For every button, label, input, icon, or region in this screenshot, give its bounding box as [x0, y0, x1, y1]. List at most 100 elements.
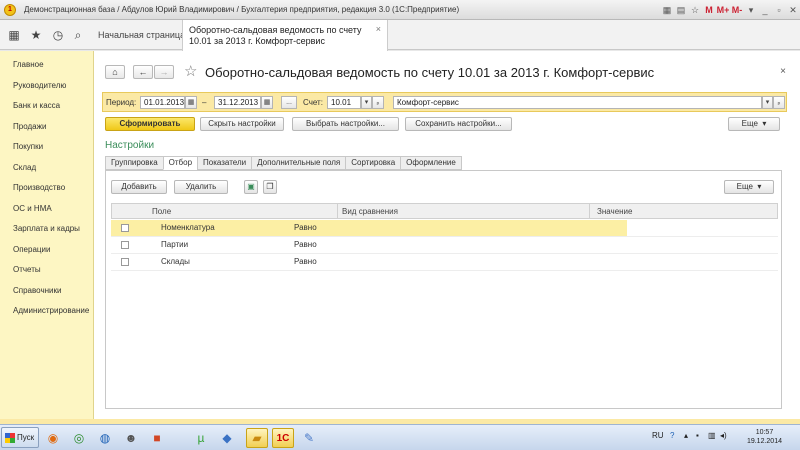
more-button[interactable]: Еще ▾ — [728, 117, 780, 131]
forward-button[interactable]: → — [154, 65, 174, 79]
choose-settings-button[interactable]: Выбрать настройки... — [292, 117, 399, 131]
group-conditions-icon[interactable]: ▣ — [244, 180, 258, 194]
table-row[interactable]: Склады Равно — [111, 254, 778, 271]
save-settings-button[interactable]: Сохранить настройки... — [405, 117, 512, 131]
minimize-window-icon[interactable]: _ — [758, 5, 772, 15]
organization-field[interactable]: Комфорт-сервис — [393, 96, 762, 109]
row-comparison[interactable]: Равно — [294, 240, 317, 249]
delete-button[interactable]: Удалить — [174, 180, 228, 194]
nav-item-salary[interactable]: Зарплата и кадры — [0, 219, 93, 240]
organization-dropdown-icon[interactable]: ▾ — [762, 96, 773, 109]
account-label: Счет: — [303, 98, 323, 107]
memory-m-icon[interactable]: M — [702, 5, 716, 15]
tab-home[interactable]: Начальная страница — [90, 20, 195, 50]
chrome-icon[interactable]: ◎ — [68, 428, 90, 448]
apps-grid-icon[interactable]: ▦ — [6, 27, 22, 43]
tab-filter[interactable]: Отбор — [162, 156, 198, 170]
favorite-star-icon[interactable]: ☆ — [184, 62, 197, 80]
calculator-icon[interactable]: ▤ — [674, 5, 688, 16]
row-field: Склады — [161, 257, 190, 266]
filter-more-button[interactable]: Еще ▾ — [724, 180, 774, 194]
clock-time: 10:57 — [755, 429, 774, 436]
nav-item-purchases[interactable]: Покупки — [0, 137, 93, 158]
utorrent-icon[interactable]: µ — [190, 428, 212, 448]
report-form: ⌂ ← → ☆ Оборотно-сальдовая ведомость по … — [94, 51, 800, 419]
use-checkbox[interactable] — [121, 258, 129, 266]
minimize-icon[interactable]: ▾ — [744, 5, 758, 16]
history-icon[interactable]: ◷ — [50, 27, 66, 43]
use-checkbox[interactable] — [121, 224, 129, 232]
nav-item-reports[interactable]: Отчеты — [0, 260, 93, 281]
close-form-icon[interactable]: × — [780, 66, 786, 77]
nav-item-bank[interactable]: Банк и касса — [0, 96, 93, 117]
nav-item-director[interactable]: Руководителю — [0, 76, 93, 97]
folder-icon[interactable]: ▰ — [246, 428, 268, 448]
account-dropdown-icon[interactable]: ▾ — [361, 96, 372, 109]
search-icon[interactable]: ⌕ — [70, 27, 86, 43]
tab-report-label: Оборотно-сальдовая ведомость по счету 10… — [189, 25, 362, 46]
tray-app-icon[interactable]: ▪ — [696, 431, 699, 440]
tray-arrow-icon[interactable]: ▴ — [684, 431, 688, 440]
close-window-icon[interactable]: ✕ — [786, 5, 800, 16]
favorites-icon[interactable]: ☆ — [688, 5, 702, 16]
paint-icon[interactable]: ✎ — [298, 428, 320, 448]
nav-item-catalogs[interactable]: Справочники — [0, 281, 93, 302]
account-open-icon[interactable]: ₚ — [372, 96, 384, 109]
use-checkbox[interactable] — [121, 241, 129, 249]
nav-item-production[interactable]: Производство — [0, 178, 93, 199]
network-icon[interactable]: ▥ — [708, 431, 716, 440]
tab-extra-fields[interactable]: Дополнительные поля — [251, 156, 346, 170]
clock[interactable]: 10:57 19.12.2014 — [747, 428, 782, 446]
table-row[interactable]: Номенклатура Равно — [111, 220, 778, 237]
home-button[interactable]: ⌂ — [105, 65, 125, 79]
language-indicator[interactable]: RU — [652, 431, 664, 440]
media-player-icon[interactable]: ◉ — [42, 428, 64, 448]
ungroup-conditions-icon[interactable]: ❐ — [263, 180, 277, 194]
memory-mplus-icon[interactable]: M+ — [716, 5, 730, 15]
filter-panel: Добавить Удалить ▣ ❐ Еще ▾ Поле Вид срав… — [105, 170, 782, 409]
date-from-field[interactable]: 01.01.2013 — [140, 96, 185, 109]
notes-icon[interactable]: ◆ — [216, 428, 238, 448]
start-button[interactable]: Пуск — [1, 427, 39, 448]
nav-item-warehouse[interactable]: Склад — [0, 158, 93, 179]
filter-more-label: Еще — [736, 182, 753, 191]
hide-settings-button[interactable]: Скрыть настройки — [200, 117, 284, 131]
column-comparison[interactable]: Вид сравнения — [342, 207, 398, 216]
date-to-calendar-icon[interactable]: ▦ — [261, 96, 273, 109]
back-button[interactable]: ← — [133, 65, 153, 79]
settings-title[interactable]: Настройки — [105, 140, 154, 151]
restore-window-icon[interactable]: ▫ — [772, 5, 786, 15]
date-from-calendar-icon[interactable]: ▦ — [185, 96, 197, 109]
tab-report[interactable]: Оборотно-сальдовая ведомость по счету 10… — [182, 20, 388, 51]
nav-item-admin[interactable]: Администрирование — [0, 301, 93, 322]
volume-icon[interactable]: ◂) — [720, 431, 727, 440]
account-field[interactable]: 10.01 — [327, 96, 361, 109]
nav-item-assets[interactable]: ОС и НМА — [0, 199, 93, 220]
row-comparison[interactable]: Равно — [294, 223, 317, 232]
nav-item-operations[interactable]: Операции — [0, 240, 93, 261]
date-to-field[interactable]: 31.12.2013 — [214, 96, 261, 109]
table-row[interactable]: Партии Равно — [111, 237, 778, 254]
column-value[interactable]: Значение — [597, 207, 632, 216]
row-comparison[interactable]: Равно — [294, 257, 317, 266]
hp-icon[interactable]: ◍ — [94, 428, 116, 448]
tab-close-icon[interactable]: × — [376, 24, 381, 35]
nav-item-main[interactable]: Главное — [0, 55, 93, 76]
organization-open-icon[interactable]: ₚ — [773, 96, 785, 109]
period-select-button[interactable]: ... — [281, 96, 297, 109]
office-icon[interactable]: ■ — [146, 428, 168, 448]
add-button[interactable]: Добавить — [111, 180, 167, 194]
generate-button[interactable]: Сформировать — [105, 117, 195, 131]
tab-sorting[interactable]: Сортировка — [345, 156, 401, 170]
memory-mminus-icon[interactable]: M- — [730, 5, 744, 15]
app-1c-taskbar-icon[interactable]: 1С — [272, 428, 294, 448]
tab-indicators[interactable]: Показатели — [197, 156, 252, 170]
nav-item-sales[interactable]: Продажи — [0, 117, 93, 138]
calendar-icon[interactable]: ▦ — [660, 5, 674, 16]
user-icon[interactable]: ☻ — [120, 428, 142, 448]
favorites-star-icon[interactable]: ★ — [28, 27, 44, 43]
column-field[interactable]: Поле — [152, 207, 171, 216]
tab-appearance[interactable]: Оформление — [400, 156, 462, 170]
help-icon[interactable]: ? — [670, 431, 674, 440]
tab-grouping[interactable]: Группировка — [105, 156, 163, 170]
